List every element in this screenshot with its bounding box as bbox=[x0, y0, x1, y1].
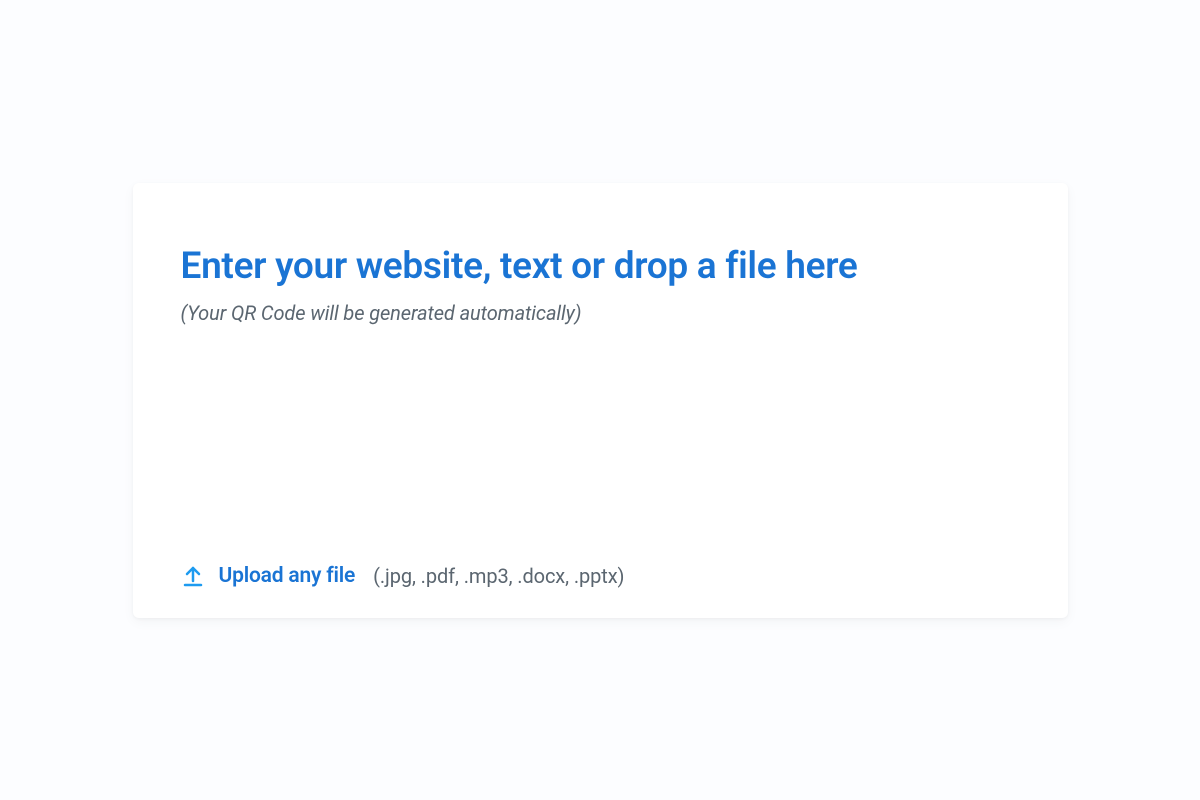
dropzone-placeholder-main: Enter your website, text or drop a file … bbox=[181, 245, 1020, 289]
upload-file-button[interactable]: Upload any file (.jpg, .pdf, .mp3, .docx… bbox=[181, 552, 1020, 588]
text-dropzone-input[interactable]: Enter your website, text or drop a file … bbox=[181, 231, 1020, 552]
upload-file-label: Upload any file bbox=[219, 564, 356, 588]
input-card: Enter your website, text or drop a file … bbox=[133, 183, 1068, 618]
upload-icon bbox=[181, 564, 205, 588]
dropzone-placeholder-sub: (Your QR Code will be generated automati… bbox=[181, 301, 1020, 325]
upload-file-hint: (.jpg, .pdf, .mp3, .docx, .pptx) bbox=[373, 564, 624, 588]
